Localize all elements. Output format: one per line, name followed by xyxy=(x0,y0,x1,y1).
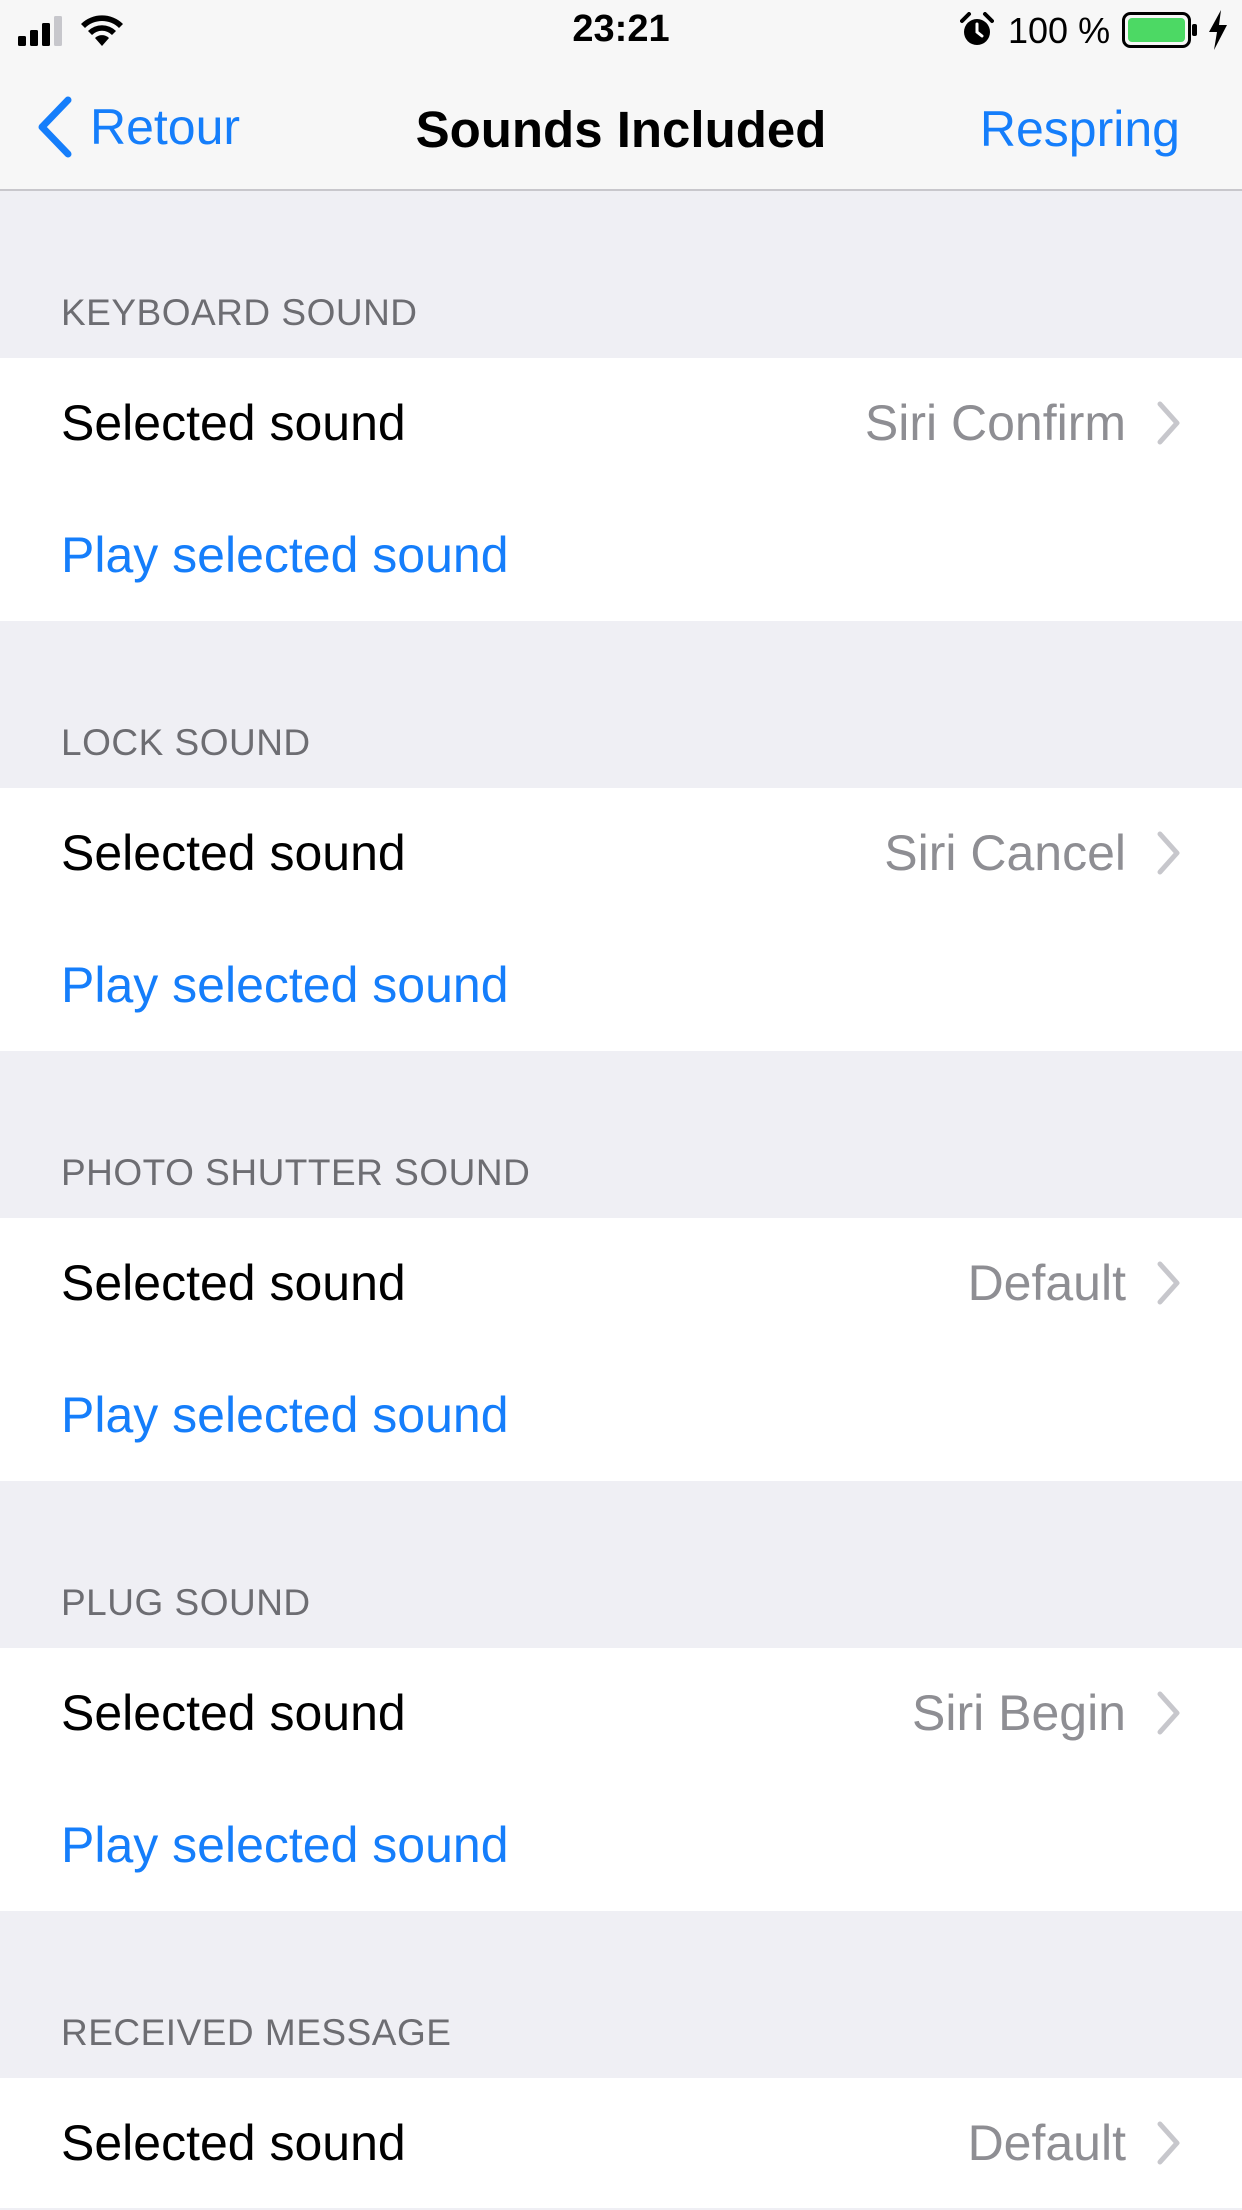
selected-sound-row[interactable]: Selected sound Default xyxy=(0,2078,1242,2210)
chevron-right-icon xyxy=(1157,401,1180,445)
section-header-keyboard-sound: KEYBOARD SOUND xyxy=(61,292,418,333)
play-sound-row[interactable]: Play selected sound xyxy=(0,1350,1242,1482)
play-selected-sound-button[interactable]: Play selected sound xyxy=(61,956,509,1014)
section-group-lock-sound: Selected sound Siri Cancel Play selected… xyxy=(0,788,1242,1051)
play-sound-row[interactable]: Play selected sound xyxy=(0,1780,1242,1912)
play-selected-sound-button[interactable]: Play selected sound xyxy=(61,526,509,584)
selected-sound-row[interactable]: Selected sound Siri Begin xyxy=(0,1648,1242,1780)
row-label: Selected sound xyxy=(61,395,406,451)
section-header-lock-sound: LOCK SOUND xyxy=(61,722,311,763)
section-header-plug-sound: PLUG SOUND xyxy=(61,1582,311,1623)
battery-percent: 100 % xyxy=(1008,10,1111,51)
respring-button[interactable]: Respring xyxy=(980,100,1180,158)
section-group-photo-shutter-sound: Selected sound Default Play selected sou… xyxy=(0,1218,1242,1481)
alarm-icon xyxy=(960,12,994,45)
section-header-received-message: RECEIVED MESSAGE xyxy=(61,2012,452,2053)
chevron-right-icon xyxy=(1157,1691,1180,1735)
battery-icon xyxy=(1122,12,1197,48)
section-group-keyboard-sound: Selected sound Siri Confirm Play selecte… xyxy=(0,358,1242,621)
section-group-received-message: Selected sound Default xyxy=(0,2078,1242,2208)
section-header-photo-shutter-sound: PHOTO SHUTTER SOUND xyxy=(61,1152,531,1193)
row-value: Siri Cancel xyxy=(884,825,1126,881)
selected-sound-row[interactable]: Selected sound Default xyxy=(0,1218,1242,1350)
play-sound-row[interactable]: Play selected sound xyxy=(0,920,1242,1052)
row-value: Siri Confirm xyxy=(864,395,1126,451)
section-group-plug-sound: Selected sound Siri Begin Play selected … xyxy=(0,1648,1242,1911)
chevron-right-icon xyxy=(1157,831,1180,875)
play-selected-sound-button[interactable]: Play selected sound xyxy=(61,1386,509,1444)
row-label: Selected sound xyxy=(61,2115,406,2171)
row-value: Siri Begin xyxy=(912,1685,1126,1741)
row-label: Selected sound xyxy=(61,825,406,881)
play-selected-sound-button[interactable]: Play selected sound xyxy=(61,1816,509,1874)
row-value: Default xyxy=(967,1255,1126,1311)
row-label: Selected sound xyxy=(61,1685,406,1741)
chevron-right-icon xyxy=(1157,1261,1180,1305)
chevron-right-icon xyxy=(1157,2121,1180,2165)
row-label: Selected sound xyxy=(61,1255,406,1311)
row-value: Default xyxy=(967,2115,1126,2171)
charging-bolt-icon xyxy=(1209,10,1227,50)
play-sound-row[interactable]: Play selected sound xyxy=(0,490,1242,622)
selected-sound-row[interactable]: Selected sound Siri Cancel xyxy=(0,788,1242,920)
selected-sound-row[interactable]: Selected sound Siri Confirm xyxy=(0,358,1242,490)
status-bar: 23:21 100 % xyxy=(0,0,1242,62)
navigation-bar: Retour Sounds Included Respring xyxy=(0,62,1242,191)
